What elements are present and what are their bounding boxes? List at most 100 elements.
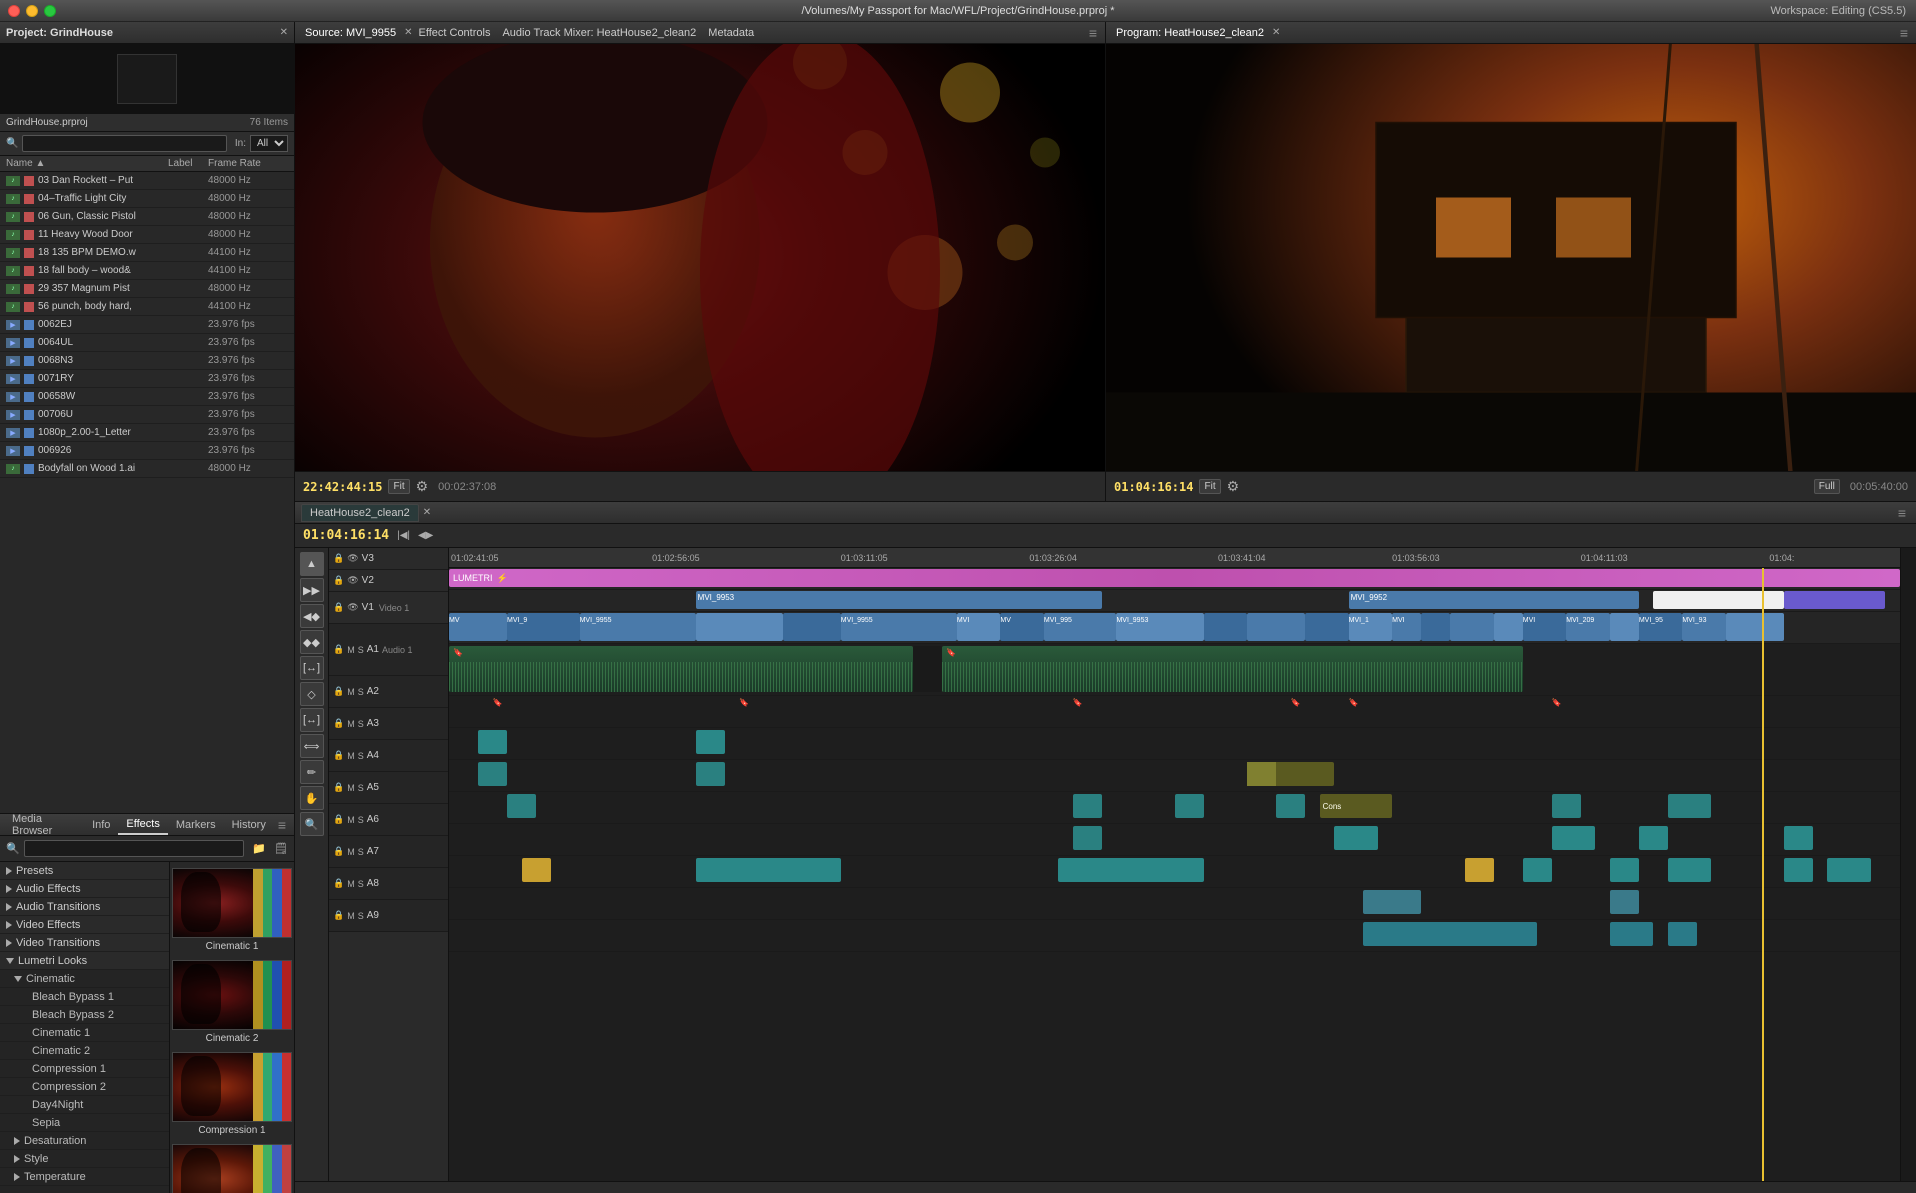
tool-track-select[interactable]: ▶▶ (300, 578, 324, 602)
effect-day4night[interactable]: Day4Night (0, 1096, 169, 1114)
track-solo-a7[interactable]: S (358, 847, 364, 857)
list-item[interactable]: ▶ 0062EJ 23.976 fps (0, 316, 294, 334)
timeline-panel-menu[interactable]: ≡ (1894, 505, 1910, 521)
timeline-horizontal-scrollbar[interactable] (295, 1181, 1916, 1193)
category-audio-effects-header[interactable]: Audio Effects (0, 880, 169, 898)
tool-hand[interactable]: ✋ (300, 786, 324, 810)
track-lock-v3[interactable]: 🔒 (333, 553, 344, 564)
tool-rate-stretch[interactable]: [↔] (300, 656, 324, 680)
clip-v1-2[interactable] (696, 613, 783, 641)
tab-history[interactable]: History (224, 814, 274, 835)
clip-v1-10[interactable] (1450, 613, 1494, 641)
program-close[interactable]: ✕ (1272, 27, 1280, 38)
list-item[interactable]: ♪ 04–Traffic Light City 48000 Hz (0, 190, 294, 208)
list-item[interactable]: ▶ 00706U 23.976 fps (0, 406, 294, 424)
program-fit-btn[interactable]: Fit (1199, 479, 1220, 494)
track-lock-v1[interactable]: 🔒 (333, 602, 344, 613)
program-settings-icon[interactable]: ⚙ (1227, 478, 1240, 495)
clip-v1-7[interactable] (1305, 613, 1349, 641)
tab-media-browser[interactable]: Media Browser (4, 814, 84, 835)
clip-v1-mvi995[interactable]: MVI_995 (1044, 613, 1117, 641)
a7-clip-7[interactable] (1827, 858, 1871, 882)
clip-v1-3[interactable] (783, 613, 841, 641)
tab-effects[interactable]: Effects (118, 814, 167, 835)
a8-clip-2[interactable] (1610, 890, 1639, 914)
effect-compression-1[interactable]: Compression 1 (0, 1060, 169, 1078)
track-mute-a9[interactable]: M (347, 911, 355, 921)
timeline-sequence-tab[interactable]: HeatHouse2_clean2 (301, 504, 419, 522)
clip-v2-white[interactable] (1653, 591, 1784, 609)
minimize-button[interactable] (26, 5, 38, 17)
tool-ripple-edit[interactable]: ◀◆ (300, 604, 324, 628)
program-full-btn[interactable]: Full (1814, 479, 1840, 494)
list-item[interactable]: ▶ 00658W 23.976 fps (0, 388, 294, 406)
tab-info[interactable]: Info (84, 814, 118, 835)
clip-v1-5[interactable] (1204, 613, 1248, 641)
list-item[interactable]: ▶ 0068N3 23.976 fps (0, 352, 294, 370)
list-item[interactable]: ♪ 18 135 BPM DEMO.w 44100 Hz (0, 244, 294, 262)
effect-thumb-cinematic-1[interactable]: Cinematic 1 (176, 868, 288, 952)
a3-clip-2[interactable] (696, 730, 725, 754)
a9-clip-2[interactable] (1610, 922, 1654, 946)
clip-v1-mv2[interactable]: MV (1000, 613, 1044, 641)
effect-cinematic-2[interactable]: Cinematic 2 (0, 1042, 169, 1060)
clip-v1-12[interactable] (1610, 613, 1639, 641)
track-mute-a3[interactable]: M (347, 719, 355, 729)
timeline-close[interactable]: ✕ (423, 507, 431, 518)
clip-v1-9[interactable] (1421, 613, 1450, 641)
a5-clip-5[interactable] (1552, 794, 1581, 818)
a9-clip-1[interactable] (1363, 922, 1537, 946)
clip-v1-mvi2[interactable]: MVI (1392, 613, 1421, 641)
tool-rolling-edit[interactable]: ◆◆ (300, 630, 324, 654)
track-lock-a9[interactable]: 🔒 (333, 910, 344, 921)
effect-bleach-bypass-1[interactable]: Bleach Bypass 1 (0, 988, 169, 1006)
audio-clip-a1-2[interactable]: 🔖 (942, 646, 1522, 692)
clip-v2-purple[interactable] (1784, 591, 1886, 609)
track-lock-a2[interactable]: 🔒 (333, 686, 344, 697)
a5-clip-6[interactable] (1668, 794, 1712, 818)
track-solo-a4[interactable]: S (358, 751, 364, 761)
effect-thumb-compression-2[interactable]: Compression 2 (176, 1144, 288, 1193)
clip-v1-6[interactable] (1247, 613, 1305, 641)
a7-clip-2[interactable] (1058, 858, 1203, 882)
a7-clip-4[interactable] (1610, 858, 1639, 882)
clip-v2-mvi9953[interactable]: MVI_9953 (696, 591, 1102, 609)
list-item[interactable]: ♪ 18 fall body – wood& 44100 Hz (0, 262, 294, 280)
track-solo-a2[interactable]: S (358, 687, 364, 697)
list-item[interactable]: ♪ 11 Heavy Wood Door 48000 Hz (0, 226, 294, 244)
source-panel-menu[interactable]: ≡ (1085, 25, 1101, 41)
program-panel-menu[interactable]: ≡ (1896, 25, 1912, 41)
in-select[interactable]: All (250, 135, 288, 152)
tool-razor[interactable]: ◇ (300, 682, 324, 706)
track-solo-a5[interactable]: S (358, 783, 364, 793)
track-mute-a7[interactable]: M (347, 847, 355, 857)
a8-clip-1[interactable] (1363, 890, 1421, 914)
tab-audio-track-mixer[interactable]: Audio Track Mixer: HeatHouse2_clean2 (496, 25, 702, 41)
track-lock-a8[interactable]: 🔒 (333, 878, 344, 889)
clip-v1-last[interactable] (1726, 613, 1784, 641)
clip-v2-mvi9952[interactable]: MVI_9952 (1349, 591, 1639, 609)
list-item[interactable]: ♪ 03 Dan Rockett – Put 48000 Hz (0, 172, 294, 190)
a9-clip-3[interactable] (1668, 922, 1697, 946)
track-lock-a1[interactable]: 🔒 (333, 644, 344, 655)
tool-pen[interactable]: ✏ (300, 760, 324, 784)
clip-v1-mvi3[interactable]: MVI (1523, 613, 1567, 641)
tool-zoom[interactable]: 🔍 (300, 812, 324, 836)
category-audio-transitions-header[interactable]: Audio Transitions (0, 898, 169, 916)
effect-thumb-compression-1[interactable]: Compression 1 (176, 1052, 288, 1136)
panel-menu-button[interactable]: ≡ (274, 817, 290, 833)
category-video-effects-header[interactable]: Video Effects (0, 916, 169, 934)
track-mute-a4[interactable]: M (347, 751, 355, 761)
track-solo-a1[interactable]: S (358, 645, 364, 655)
track-solo-a8[interactable]: S (358, 879, 364, 889)
timeline-right-scroller[interactable] (1900, 548, 1916, 1181)
audio-clip-a1-1[interactable]: 🔖 (449, 646, 913, 692)
list-item[interactable]: ▶ 1080p_2.00-1_Letter 23.976 fps (0, 424, 294, 442)
clip-v1-mvi209[interactable]: MVI_209 (1566, 613, 1610, 641)
a4-clip-2[interactable] (696, 762, 725, 786)
clip-v1-mvi1[interactable]: MVI_1 (1349, 613, 1393, 641)
list-item[interactable]: ♪ 56 punch, body hard, 44100 Hz (0, 298, 294, 316)
a6-clip-4[interactable] (1639, 826, 1668, 850)
track-mute-a6[interactable]: M (347, 815, 355, 825)
clip-v1-mvi[interactable]: MVI (957, 613, 1001, 641)
